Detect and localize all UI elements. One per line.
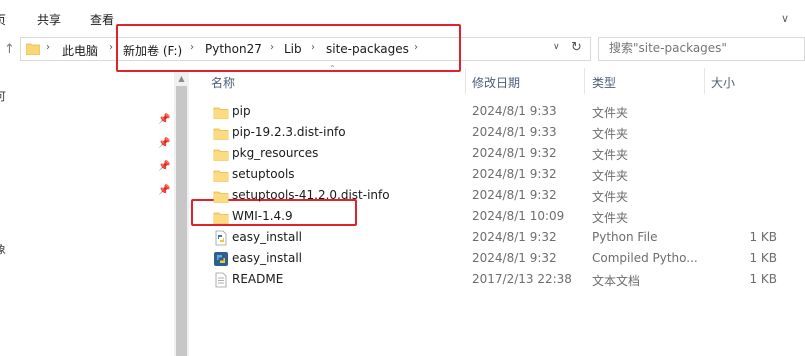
file-row[interactable]: pkg_resources 2024/8/1 9:32 文件夹 (203, 143, 805, 164)
file-date: 2024/8/1 9:32 (472, 230, 557, 244)
column-size[interactable]: 大小 (711, 74, 735, 91)
pin-icon[interactable]: 📌 (158, 114, 170, 125)
file-type: 文件夹 (592, 169, 629, 183)
scroll-up-icon[interactable]: ▲ (174, 72, 189, 85)
file-date: 2024/8/1 9:33 (472, 125, 557, 139)
file-type: 文件夹 (592, 148, 629, 162)
column-name[interactable]: 名称 (211, 74, 235, 91)
file-size: 1 KB (749, 272, 777, 286)
file-row[interactable]: setuptools-41.2.0.dist-info 2024/8/1 9:32… (203, 185, 805, 206)
search-box[interactable] (598, 37, 805, 61)
file-type: 文件夹 (592, 127, 629, 141)
scrollbar-thumb[interactable] (176, 86, 187, 356)
column-date[interactable]: 修改日期 (472, 74, 520, 91)
column-divider[interactable] (465, 68, 466, 94)
file-name: setuptools-41.2.0.dist-info (232, 188, 390, 202)
search-input[interactable] (609, 41, 799, 55)
column-divider[interactable] (584, 68, 585, 94)
ribbon-tab-edge[interactable]: 页 (0, 11, 6, 28)
file-name: pkg_resources (232, 146, 319, 160)
file-date: 2024/8/1 10:09 (472, 209, 565, 223)
column-header: ⌃ 名称 修改日期 类型 大小 (203, 64, 805, 94)
expand-ribbon-icon[interactable]: ∨ (781, 12, 789, 25)
up-arrow-icon[interactable]: ↑ (4, 42, 15, 57)
nav-scrollbar[interactable]: ▲ (174, 72, 189, 356)
sort-indicator-icon: ⌃ (329, 64, 336, 73)
file-name: WMI-1.4.9 (232, 209, 293, 223)
folder-icon (213, 104, 229, 120)
pin-icon[interactable]: 📌 (158, 161, 170, 172)
file-row[interactable]: easy_install 2024/8/1 9:32 Python File 1 KB (203, 227, 805, 248)
file-type: 文件夹 (592, 190, 629, 204)
text-document-icon (213, 272, 229, 288)
folder-icon (213, 167, 229, 183)
column-divider[interactable] (704, 68, 705, 94)
file-size: 1 KB (749, 251, 777, 265)
file-name: pip (232, 104, 251, 118)
folder-icon (213, 125, 229, 141)
folder-icon (213, 209, 229, 225)
folder-icon (26, 43, 40, 55)
ribbon-tab-view[interactable]: 查看 (90, 11, 114, 28)
navigation-pane: 可 象 📌 📌 📌 📌 ▲ (0, 64, 190, 356)
file-name: easy_install (232, 251, 303, 265)
file-name: easy_install (232, 230, 303, 244)
file-type: Compiled Pytho... (592, 251, 698, 265)
file-row[interactable]: WMI-1.4.9 2024/8/1 10:09 文件夹 (203, 206, 805, 227)
column-type[interactable]: 类型 (592, 74, 616, 91)
nav-item-edge[interactable]: 可 (0, 88, 6, 104)
python-compiled-icon (213, 251, 229, 267)
folder-icon (213, 146, 229, 162)
file-type: 文本文档 (592, 274, 641, 288)
file-row[interactable]: easy_install 2024/8/1 9:32 Compiled Pytho.… (203, 248, 805, 269)
file-date: 2024/8/1 9:32 (472, 167, 557, 181)
file-row[interactable]: pip-19.2.3.dist-info 2024/8/1 9:33 文件夹 (203, 122, 805, 143)
file-name: setuptools (232, 167, 295, 181)
breadcrumb-this-pc[interactable]: 此电脑 (62, 42, 98, 59)
ribbon-tab-share[interactable]: 共享 (37, 11, 61, 28)
refresh-icon[interactable]: ↻ (571, 40, 582, 55)
file-name: README (232, 272, 284, 286)
address-dropdown-icon[interactable]: ∨ (553, 42, 560, 52)
python-file-icon (213, 230, 229, 246)
file-date: 2017/2/13 22:38 (472, 272, 572, 286)
chevron-right-icon[interactable]: › (109, 42, 113, 53)
file-date: 2024/8/1 9:33 (472, 104, 557, 118)
pin-icon[interactable]: 📌 (158, 185, 170, 196)
file-row[interactable]: pip 2024/8/1 9:33 文件夹 (203, 101, 805, 122)
nav-item-edge[interactable]: 象 (0, 241, 6, 257)
chevron-right-icon[interactable]: › (46, 42, 50, 53)
file-size: 1 KB (749, 230, 777, 244)
pin-icon[interactable]: 📌 (158, 138, 170, 149)
folder-icon (213, 188, 229, 204)
file-date: 2024/8/1 9:32 (472, 188, 557, 202)
file-type: 文件夹 (592, 211, 629, 225)
file-date: 2024/8/1 9:32 (472, 251, 557, 265)
file-type: Python File (592, 230, 658, 244)
file-date: 2024/8/1 9:32 (472, 146, 557, 160)
file-name: pip-19.2.3.dist-info (232, 125, 346, 139)
file-row[interactable]: README 2017/2/13 22:38 文本文档 1 KB (203, 269, 805, 290)
file-row[interactable]: setuptools 2024/8/1 9:32 文件夹 (203, 164, 805, 185)
file-type: 文件夹 (592, 106, 629, 120)
